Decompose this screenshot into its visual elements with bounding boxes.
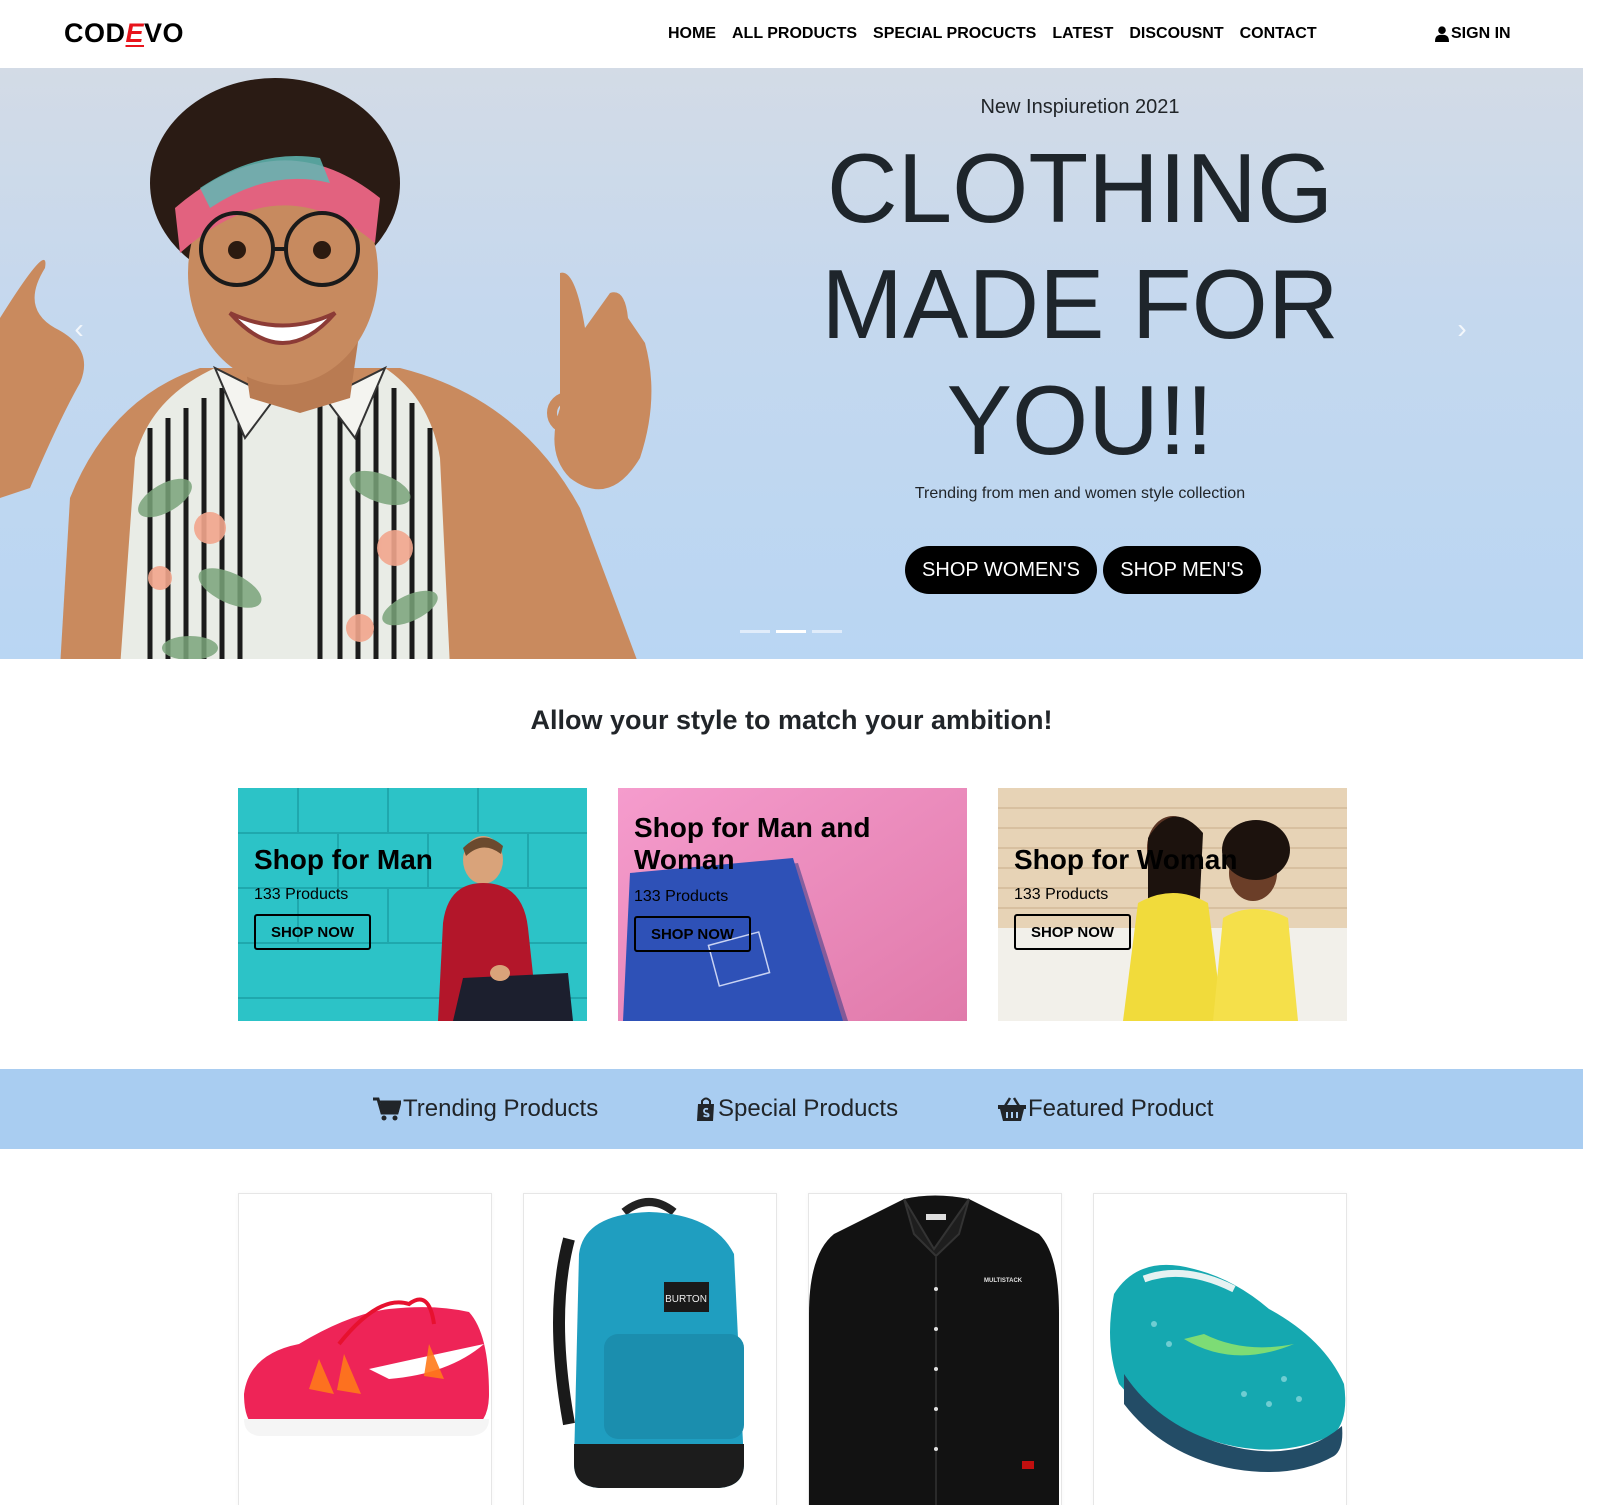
sign-in-link[interactable]: SIGN IN [1435,25,1511,43]
category-card-man[interactable]: Shop for Man 133 Products SHOP NOW [238,788,587,1021]
category-title: Shop for Woman [1014,844,1238,875]
hero-subtitle: Trending from men and women style collec… [914,485,1246,502]
nav-home[interactable]: HOME [668,25,716,43]
shopping-bag-icon [697,1097,714,1121]
user-icon [1435,26,1449,42]
shirt-icon: MULTISTACK [809,1195,1059,1505]
carousel-next-button[interactable]: › [1447,313,1477,344]
shop-now-button[interactable]: SHOP NOW [1014,914,1131,950]
product-card[interactable]: BURTON [523,1193,777,1505]
carousel-indicators [740,630,842,633]
sneaker-icon [244,1297,489,1436]
product-card[interactable] [1093,1193,1347,1505]
sign-in-label: SIGN IN [1451,25,1511,42]
hero-model-image [0,78,652,659]
shop-mens-button[interactable]: SHOP MEN'S [1103,546,1261,594]
carousel-indicator-active[interactable] [776,630,806,633]
tab-label: Special Products [718,1095,899,1122]
category-count: 133 Products [1014,886,1109,903]
navbar: CODEVO HOME ALL PRODUCTS SPECIAL PROCUCT… [0,0,1583,68]
tab-trending-products[interactable]: Trending Products [373,1095,598,1123]
brand-logo[interactable]: CODEVO [64,18,184,49]
category-title: Shop for Man [254,844,433,875]
category-count: 133 Products [254,886,349,903]
tab-label: Trending Products [403,1095,599,1122]
shop-now-button[interactable]: SHOP NOW [634,916,751,952]
category-card-woman[interactable]: Shop for Woman 133 Products SHOP NOW [998,788,1347,1021]
brand-prefix: COD [64,18,126,48]
product-brand-label: BURTON [665,1294,707,1305]
tab-featured-product[interactable]: Featured Product [998,1095,1213,1123]
backpack-icon: BURTON [553,1198,744,1488]
product-tabs: Trending Products Special Products Featu… [0,1069,1583,1149]
brand-accent: E [125,18,145,48]
shop-now-button[interactable]: SHOP NOW [254,914,371,950]
carousel-indicator[interactable] [812,630,842,633]
product-card[interactable]: MULTISTACK [808,1193,1062,1505]
cart-icon [373,1097,401,1121]
brand-suffix: VO [144,18,185,48]
hero-kicker: New Inspiuretion 2021 [980,96,1180,118]
tab-label: Featured Product [1028,1095,1214,1122]
nav-contact[interactable]: CONTACT [1240,25,1317,43]
product-brand-label: MULTISTACK [984,1278,1023,1284]
shop-womens-button[interactable]: SHOP WOMEN'S [905,546,1097,594]
hero-carousel: ‹ › New Inspiuretion 2021 CLOTHING MADE … [0,68,1583,659]
carousel-indicator[interactable] [740,630,770,633]
category-title: Shop for Man and Woman [634,812,871,875]
nav-latest[interactable]: LATEST [1052,25,1113,43]
sneaker-icon [1110,1264,1346,1473]
basket-icon [998,1097,1026,1121]
man-photo [238,788,587,1021]
chevron-left-icon: ‹ [74,313,84,344]
chevron-right-icon: › [1457,313,1467,344]
hero-title: CLOTHING MADE FOR YOU!! [821,133,1339,475]
tab-special-products[interactable]: Special Products [696,1095,898,1123]
main-nav: HOME ALL PRODUCTS SPECIAL PROCUCTS LATES… [668,25,1333,43]
nav-discount[interactable]: DISCOUSNT [1129,25,1223,43]
nav-all-products[interactable]: ALL PRODUCTS [732,25,857,43]
section-tagline: Allow your style to match your ambition! [530,705,1053,735]
carousel-prev-button[interactable]: ‹ [64,313,94,344]
nav-special-products[interactable]: SPECIAL PROCUCTS [873,25,1036,43]
product-card[interactable] [238,1193,492,1505]
category-card-man-woman[interactable]: Shop for Man and Woman 133 Products SHOP… [618,788,967,1021]
category-count: 133 Products [634,888,729,905]
woman-photo [998,807,1347,1021]
